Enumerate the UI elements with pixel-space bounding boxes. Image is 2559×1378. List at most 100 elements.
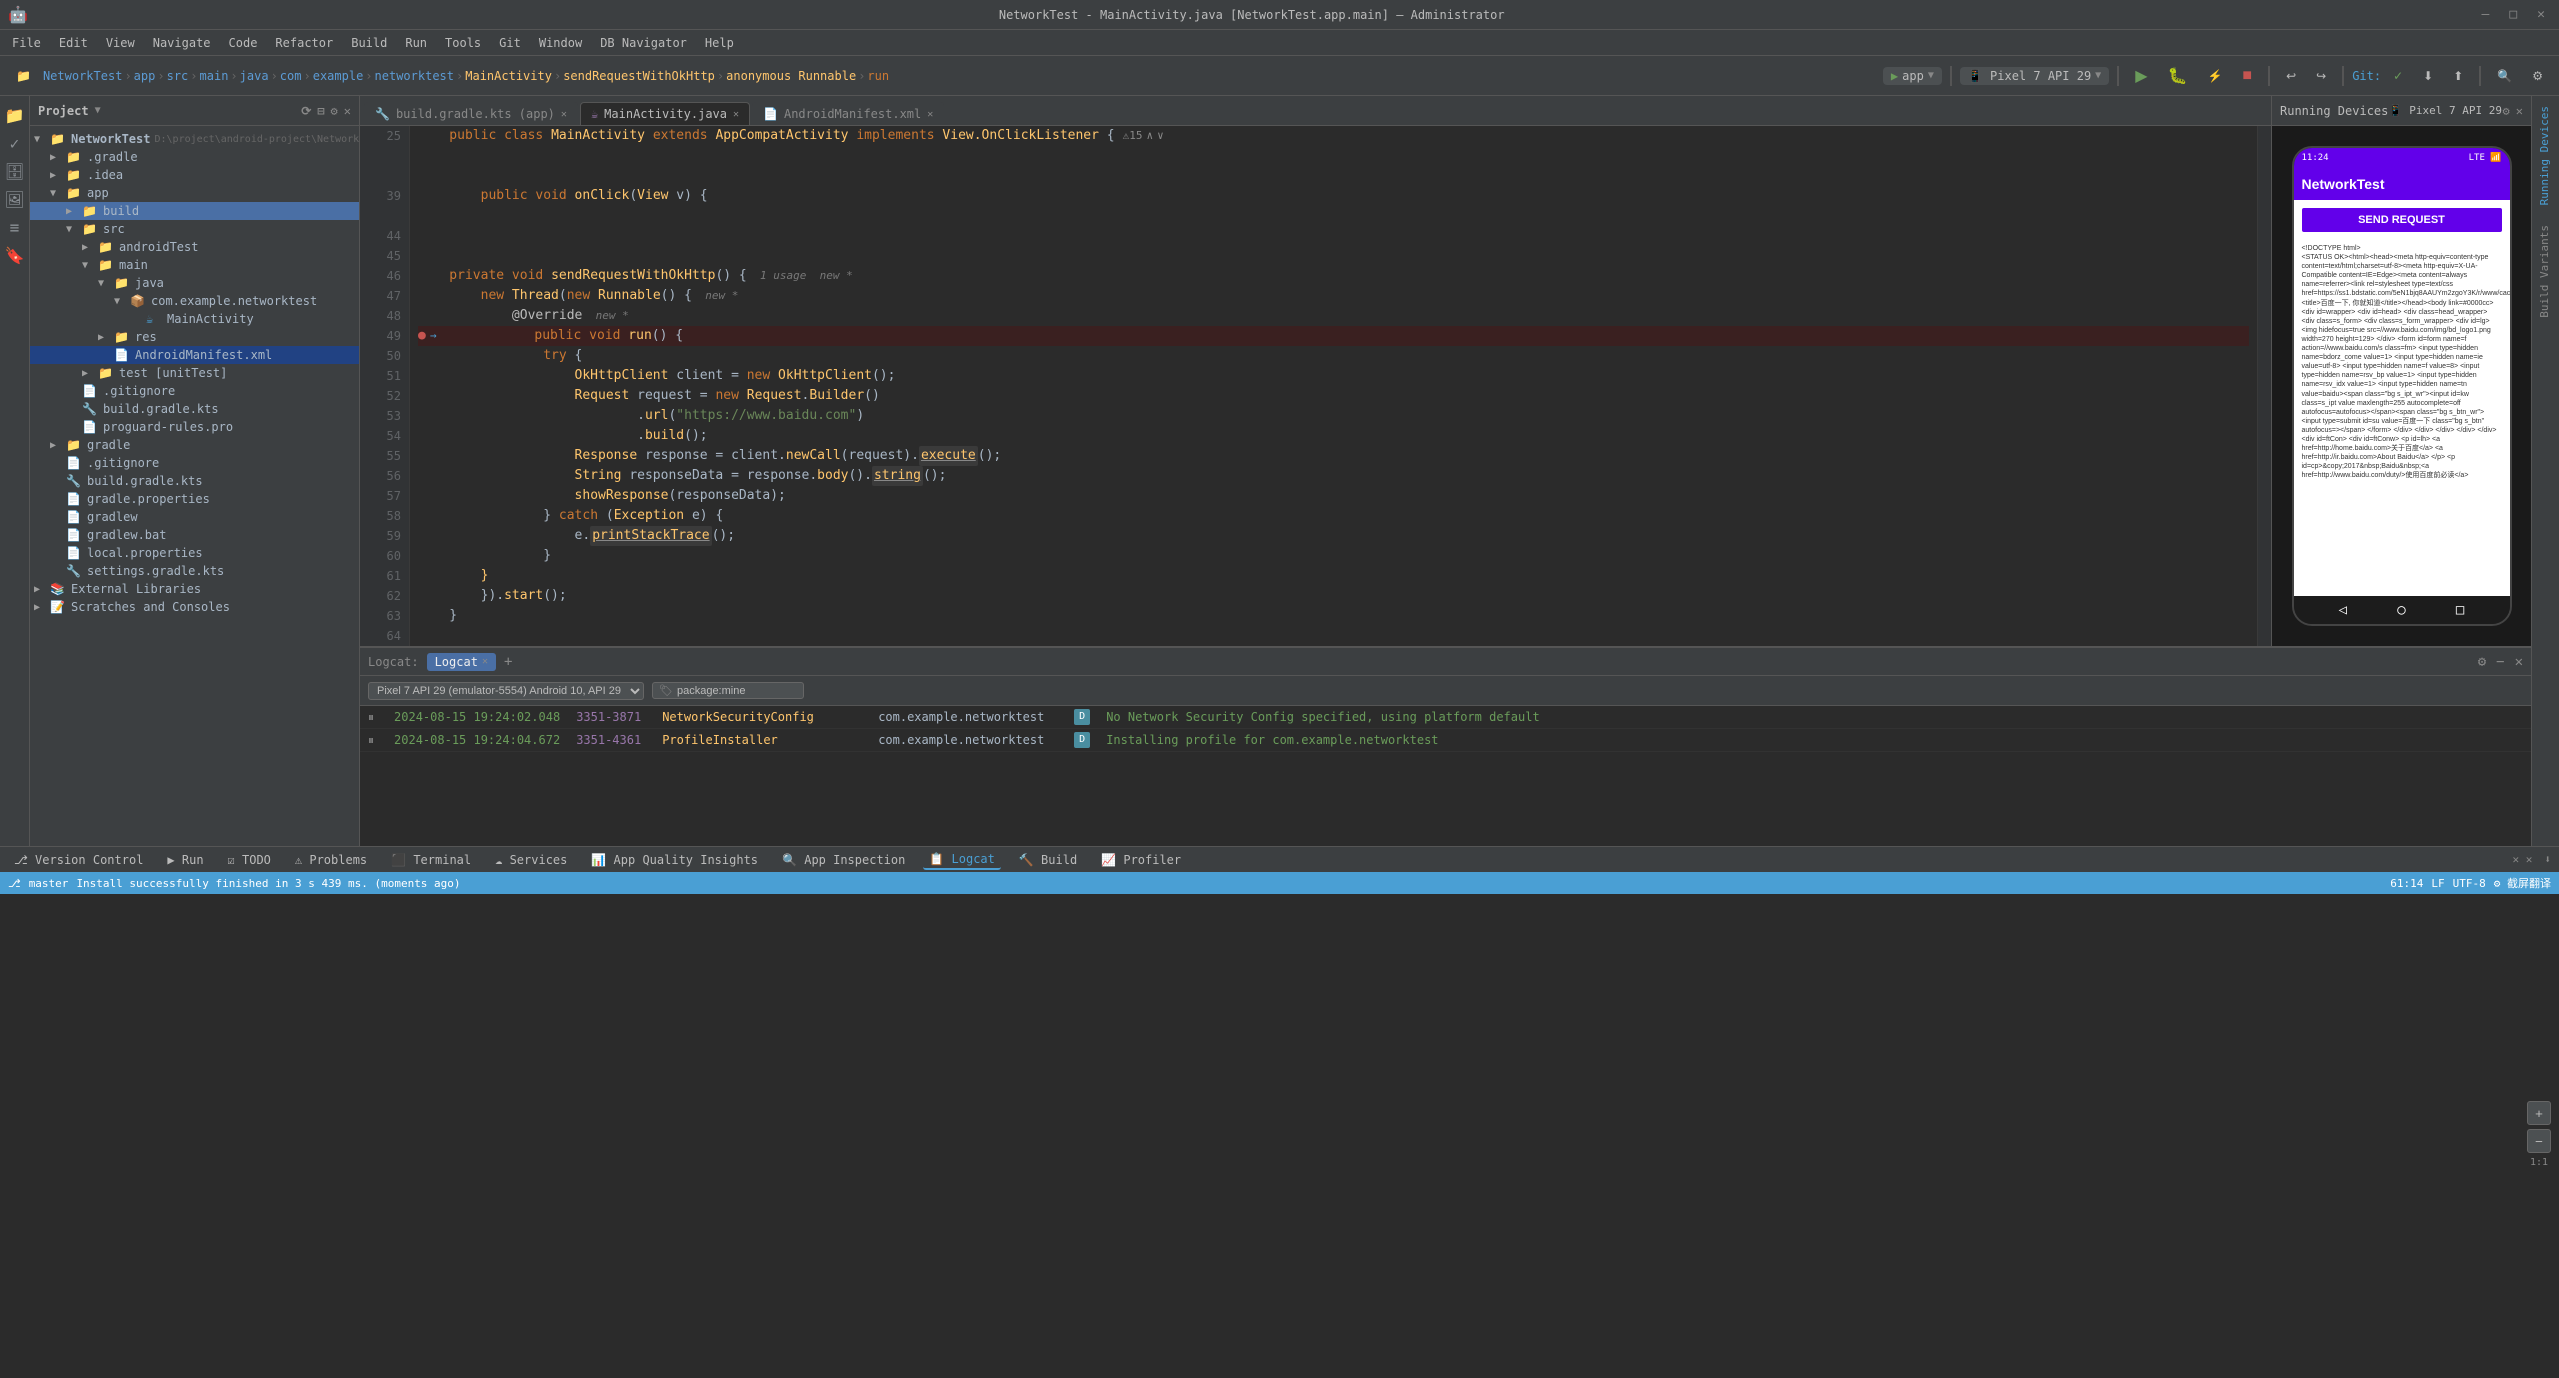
editor-scrollbar[interactable]	[2257, 126, 2271, 646]
nav-back-btn[interactable]: ◁	[2339, 602, 2347, 618]
tree-gradle-folder2[interactable]: ▶ 📁 gradle	[30, 436, 359, 454]
log-clear-btn[interactable]: ✕ ✕	[2513, 853, 2533, 866]
project-settings-btn[interactable]: ⚙	[331, 104, 338, 118]
search-btn[interactable]: 🔍	[2489, 66, 2520, 86]
breadcrumb-anon[interactable]: anonymous Runnable	[726, 69, 856, 83]
nav-home-btn[interactable]: ○	[2397, 602, 2405, 618]
menu-navigate[interactable]: Navigate	[145, 34, 219, 52]
menu-db-navigator[interactable]: DB Navigator	[592, 34, 695, 52]
tree-gradlew-bat[interactable]: ▶ 📄 gradlew.bat	[30, 526, 359, 544]
project-dropdown[interactable]: ▼	[95, 105, 101, 116]
log-add-btn[interactable]: +	[500, 652, 516, 672]
bottom-tab-todo[interactable]: ☑ TODO	[222, 851, 277, 869]
tab-close-icon[interactable]: ✕	[561, 109, 567, 120]
tab-build-gradle[interactable]: 🔧 build.gradle.kts (app) ✕	[364, 102, 578, 125]
breadcrumb-java[interactable]: java	[240, 69, 269, 83]
bottom-tab-profiler[interactable]: 📈 Profiler	[1095, 851, 1187, 869]
bookmarks-icon[interactable]: 🔖	[4, 244, 26, 266]
package-filter-input[interactable]	[677, 685, 797, 697]
project-close-btn[interactable]: ✕	[344, 104, 351, 118]
resource-icon[interactable]: 🖼	[4, 188, 26, 210]
minimize-btn[interactable]: –	[2476, 7, 2496, 22]
breadcrumb-main[interactable]: main	[200, 69, 229, 83]
breadcrumb-com[interactable]: com	[280, 69, 302, 83]
tree-local-properties[interactable]: ▶ 📄 local.properties	[30, 544, 359, 562]
breadcrumb-mainactivity[interactable]: MainActivity	[465, 69, 552, 83]
phone-send-button[interactable]: SEND REQUEST	[2302, 208, 2502, 232]
menu-build[interactable]: Build	[343, 34, 395, 52]
bottom-tab-services[interactable]: ☁ Services	[489, 851, 573, 869]
logcat-minimize-btn[interactable]: −	[2496, 654, 2504, 670]
running-devices-settings-btn[interactable]: ⚙	[2503, 104, 2510, 118]
structure-icon[interactable]: ≡	[4, 216, 26, 238]
tab-close-icon[interactable]: ✕	[927, 109, 933, 120]
tree-gitignore-app[interactable]: ▶ 📄 .gitignore	[30, 382, 359, 400]
running-devices-tab[interactable]: Running Devices	[2532, 96, 2559, 215]
tree-build-folder[interactable]: ▶ 📁 build	[30, 202, 359, 220]
tree-gradle-properties[interactable]: ▶ 📄 gradle.properties	[30, 490, 359, 508]
attach-btn[interactable]: ⚡	[2199, 66, 2230, 86]
bottom-tab-app-quality[interactable]: 📊 App Quality Insights	[585, 851, 764, 869]
menu-tools[interactable]: Tools	[437, 34, 489, 52]
tree-java-folder[interactable]: ▼ 📁 java	[30, 274, 359, 292]
logcat-settings-btn[interactable]: ⚙	[2478, 654, 2486, 670]
menu-refactor[interactable]: Refactor	[267, 34, 341, 52]
breadcrumb-root[interactable]: NetworkTest	[43, 69, 122, 83]
device-selector[interactable]: 📱 Pixel 7 API 29 ▼	[1960, 67, 2109, 85]
tree-root[interactable]: ▼ 📁 NetworkTest D:\project\android-proje…	[30, 130, 359, 148]
nav-recents-btn[interactable]: □	[2456, 602, 2464, 618]
code-editor[interactable]: 25 39 44 45 46 47 48 49 50 51 52 53	[360, 126, 2271, 646]
tree-test-folder[interactable]: ▶ 📁 test [unitTest]	[30, 364, 359, 382]
logcat-close-btn[interactable]: ✕	[2515, 654, 2523, 670]
bottom-tab-app-inspection[interactable]: 🔍 App Inspection	[776, 851, 911, 869]
git-update-btn[interactable]: ⬇	[2415, 66, 2441, 86]
tab-close-icon[interactable]: ✕	[733, 109, 739, 120]
redo-btn[interactable]: ↪	[2308, 66, 2334, 86]
bottom-tab-run[interactable]: ▶ Run	[161, 851, 209, 869]
project-collapse-btn[interactable]: ⊟	[317, 104, 324, 118]
code-content[interactable]: public class MainActivity extends AppCom…	[410, 126, 2257, 646]
device-filter-dropdown[interactable]: Pixel 7 API 29 (emulator-5554) Android 1…	[368, 682, 644, 700]
tab-androidmanifest[interactable]: 📄 AndroidManifest.xml ✕	[752, 102, 944, 125]
undo-btn[interactable]: ↩	[2278, 66, 2304, 86]
breadcrumb-networktest[interactable]: networktest	[375, 69, 454, 83]
tree-src-folder[interactable]: ▼ 📁 src	[30, 220, 359, 238]
debug-btn[interactable]: 🐛	[2160, 63, 2196, 89]
tree-settings-gradle[interactable]: ▶ 🔧 settings.gradle.kts	[30, 562, 359, 580]
breadcrumb-run[interactable]: run	[867, 69, 889, 83]
tree-main-folder[interactable]: ▼ 📁 main	[30, 256, 359, 274]
menu-code[interactable]: Code	[221, 34, 266, 52]
tree-buildgradle-root[interactable]: ▶ 🔧 build.gradle.kts	[30, 472, 359, 490]
breadcrumb-src[interactable]: src	[167, 69, 189, 83]
project-icon[interactable]: 📁	[4, 104, 26, 126]
menu-window[interactable]: Window	[531, 34, 590, 52]
bottom-tab-problems[interactable]: ⚠ Problems	[289, 851, 373, 869]
tree-androidmanifest[interactable]: ▶ 📄 AndroidManifest.xml	[30, 346, 359, 364]
menu-file[interactable]: File	[4, 34, 49, 52]
stop-btn[interactable]: ■	[2234, 64, 2260, 88]
bottom-tab-version-control[interactable]: ⎇ Version Control	[8, 851, 149, 869]
tree-buildgradle-app[interactable]: ▶ 🔧 build.gradle.kts	[30, 400, 359, 418]
menu-run[interactable]: Run	[397, 34, 435, 52]
tree-proguard[interactable]: ▶ 📄 proguard-rules.pro	[30, 418, 359, 436]
bottom-tab-terminal[interactable]: ⬛ Terminal	[385, 851, 477, 869]
git-push-btn[interactable]: ⬆	[2445, 66, 2471, 86]
tree-gitignore-root[interactable]: ▶ 📄 .gitignore	[30, 454, 359, 472]
menu-help[interactable]: Help	[697, 34, 742, 52]
project-sync-btn[interactable]: ⟳	[301, 104, 311, 118]
menu-view[interactable]: View	[98, 34, 143, 52]
breadcrumb-app[interactable]: app	[134, 69, 156, 83]
menu-edit[interactable]: Edit	[51, 34, 96, 52]
run-config-selector[interactable]: ▶ app ▼	[1883, 67, 1942, 85]
git-check-btn[interactable]: ✓	[2385, 66, 2411, 86]
bottom-tab-logcat[interactable]: 📋 Logcat	[923, 850, 1001, 870]
db-icon[interactable]: 🗄	[4, 160, 26, 182]
run-btn[interactable]: ▶	[2127, 63, 2155, 89]
running-devices-close-btn[interactable]: ✕	[2516, 104, 2523, 118]
bottom-tab-build[interactable]: 🔨 Build	[1013, 851, 1083, 869]
tree-androidtest-folder[interactable]: ▶ 📁 androidTest	[30, 238, 359, 256]
tree-gradlew[interactable]: ▶ 📄 gradlew	[30, 508, 359, 526]
tree-scratches-consoles[interactable]: ▶ 📝 Scratches and Consoles	[30, 598, 359, 616]
tree-mainactivity[interactable]: ▶ ☕ MainActivity	[30, 310, 359, 328]
breadcrumb-example[interactable]: example	[313, 69, 364, 83]
